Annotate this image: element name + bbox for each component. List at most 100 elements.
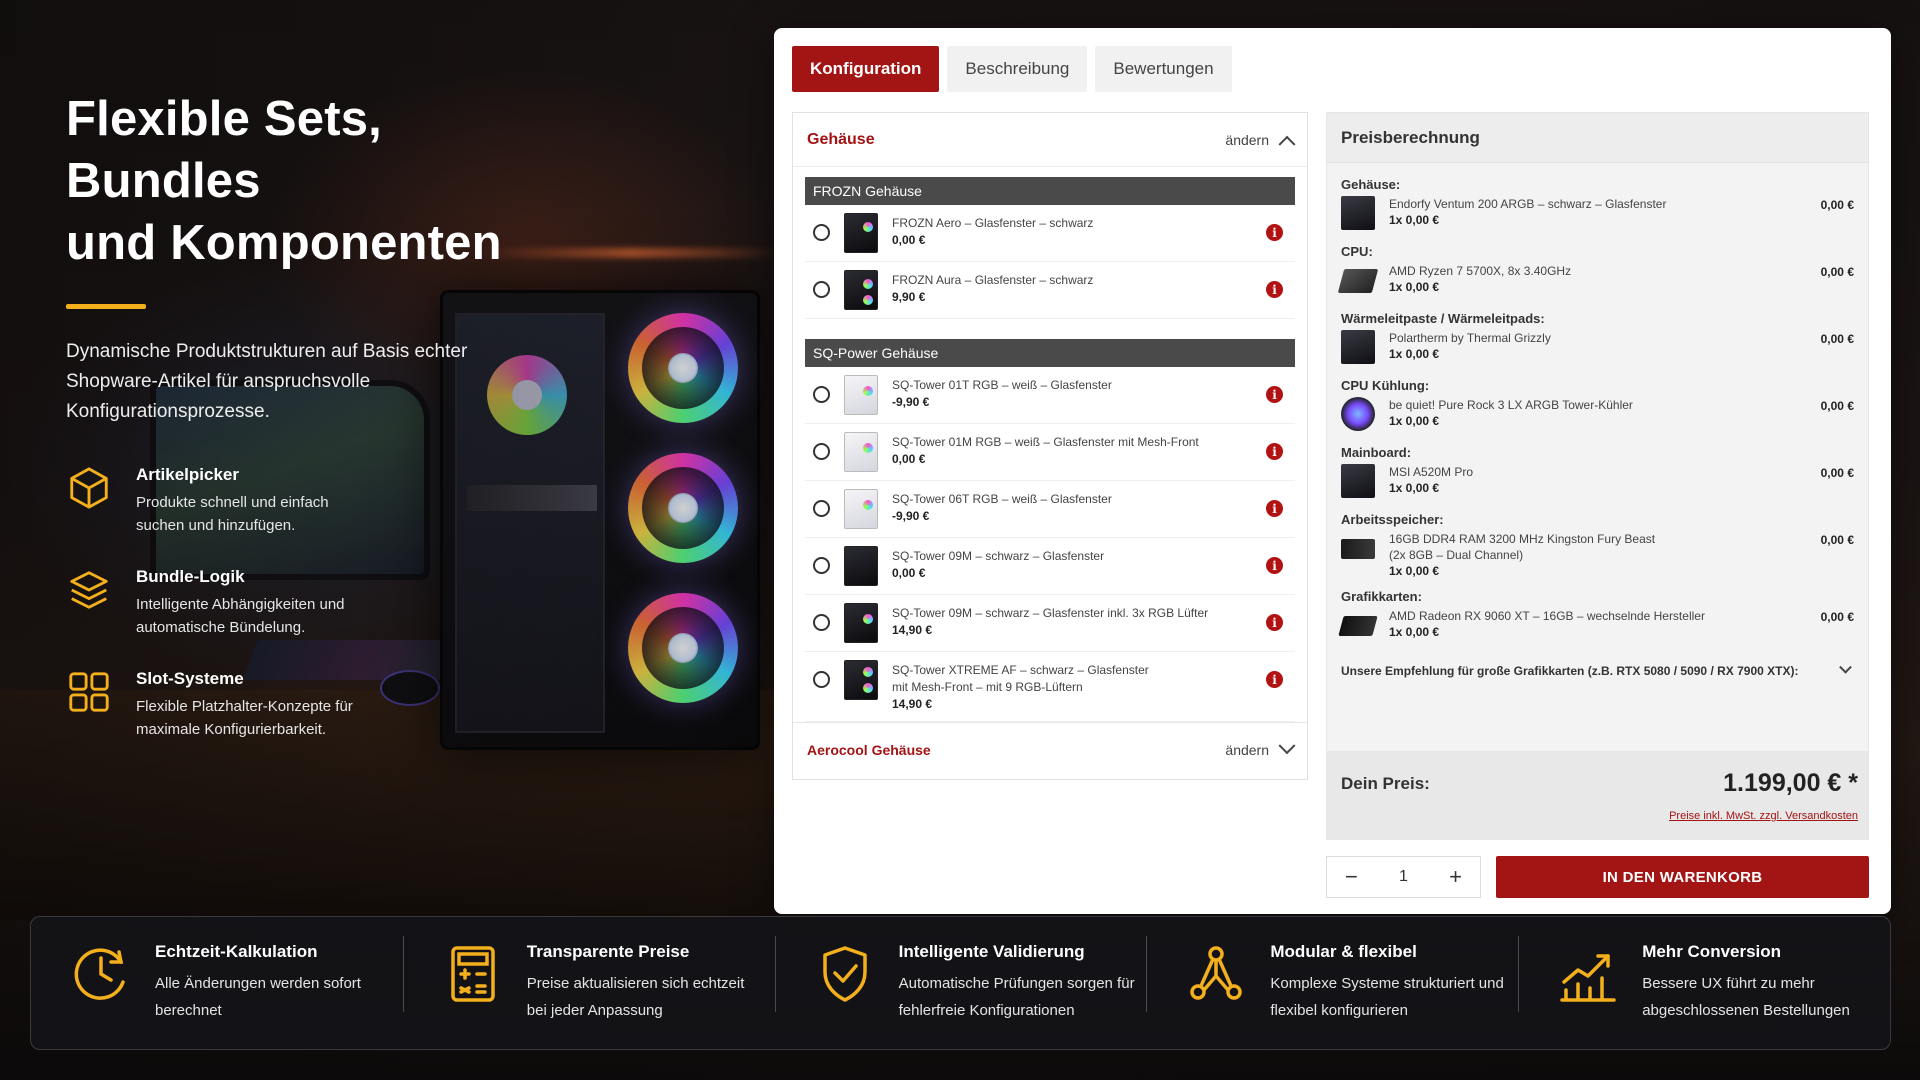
product-thumbnail (1341, 397, 1375, 431)
radio-button[interactable] (813, 500, 830, 517)
option-price: -9,90 € (892, 509, 930, 523)
tab-beschreibung[interactable]: Beschreibung (947, 46, 1088, 92)
section-title: Gehäuse (807, 130, 875, 148)
option-price: 0,00 € (892, 566, 926, 580)
section-header-aerocool[interactable]: Aerocool Gehäuse ändern (793, 722, 1307, 776)
radio-button[interactable] (813, 443, 830, 460)
tab-konfiguration[interactable]: Konfiguration (792, 46, 940, 92)
benefit-item: Echtzeit-Kalkulation Alle Änderungen wer… (31, 942, 403, 1024)
price-item-category: CPU: (1341, 244, 1373, 259)
radio-button[interactable] (813, 614, 830, 631)
total-section: Dein Preis: 1.199,00 € * Preise inkl. Mw… (1327, 751, 1868, 839)
option-row[interactable]: SQ-Tower 06T RGB – weiß – Glasfenster -9… (805, 481, 1295, 538)
radio-button[interactable] (813, 671, 830, 688)
hero-intro: Dynamische Produktstrukturen auf Basis e… (66, 341, 468, 422)
feature-desc: Produkte schnell und einfach suchen und … (136, 494, 329, 534)
option-price: 9,90 € (892, 290, 926, 304)
hero-section: Flexible Sets, Bundles und Komponenten D… (66, 88, 586, 771)
change-link[interactable]: ändern (1225, 742, 1269, 758)
price-panel: Preisberechnung Gehäuse: Endorfy Ventum … (1326, 112, 1869, 840)
price-item-name: Endorfy Ventum 200 ARGB – schwarz – Glas… (1389, 197, 1667, 211)
benefit-title: Modular & flexibel (1270, 942, 1417, 961)
feature-item: Slot-Systeme Flexible Platzhalter-Konzep… (66, 669, 586, 741)
price-item: Grafikkarten: AMD Radeon RX 9060 XT – 16… (1338, 589, 1854, 650)
total-label: Dein Preis: (1341, 773, 1430, 793)
product-thumbnail (1337, 269, 1379, 293)
product-thumbnail (1341, 539, 1375, 559)
info-icon[interactable]: i (1266, 386, 1283, 403)
group-header: SQ-Power Gehäuse (805, 339, 1295, 367)
option-row[interactable]: SQ-Tower 01M RGB – weiß – Glasfenster mi… (805, 424, 1295, 481)
option-row[interactable]: FROZN Aura – Glasfenster – schwarz 9,90 … (805, 262, 1295, 319)
increase-button[interactable]: + (1449, 864, 1462, 890)
recommendation-toggle[interactable]: Unsere Empfehlung für große Grafikkarten… (1341, 660, 1854, 678)
price-item-name: 16GB DDR4 RAM 3200 MHz Kingston Fury Bea… (1389, 532, 1656, 562)
hero-title: Flexible Sets, Bundles und Komponenten (66, 92, 502, 270)
section-title: Aerocool Gehäuse (807, 741, 931, 758)
option-row[interactable]: SQ-Tower 09M – schwarz – Glasfenster 0,0… (805, 538, 1295, 595)
info-icon[interactable]: i (1266, 557, 1283, 574)
product-thumbnail (844, 432, 878, 472)
shipping-note-link[interactable]: Preise inkl. MwSt. zzgl. Versandkosten (1341, 810, 1858, 822)
quantity-stepper: − 1 + (1326, 856, 1481, 898)
option-row[interactable]: SQ-Tower 01T RGB – weiß – Glasfenster -9… (805, 367, 1295, 424)
price-item: CPU: AMD Ryzen 7 5700X, 8x 3.40GHz 1x 0,… (1337, 244, 1854, 305)
option-row[interactable]: FROZN Aero – Glasfenster – schwarz 0,00 … (805, 205, 1295, 262)
price-item-name: MSI A520M Pro (1389, 465, 1474, 479)
info-icon[interactable]: i (1266, 443, 1283, 460)
radio-button[interactable] (813, 557, 830, 574)
radio-button[interactable] (813, 224, 830, 241)
price-item-category: CPU Kühlung: (1341, 378, 1430, 393)
cube-icon (70, 467, 108, 509)
feature-title: Bundle-Logik (136, 567, 245, 586)
option-name: SQ-Tower 01M RGB – weiß – Glasfenster mi… (892, 435, 1199, 449)
option-price: 14,90 € (892, 623, 933, 637)
info-icon[interactable]: i (1266, 224, 1283, 241)
price-item-name: be quiet! Pure Rock 3 LX ARGB Tower-Kühl… (1389, 398, 1633, 412)
product-thumbnail (1341, 330, 1375, 364)
group-header: FROZN Gehäuse (805, 177, 1295, 205)
info-icon[interactable]: i (1266, 500, 1283, 517)
product-thumbnail (844, 270, 878, 310)
section-header-gehaeuse[interactable]: Gehäuse ändern (793, 113, 1307, 167)
price-item-qty: 1x 0,00 € (1389, 414, 1440, 428)
change-link[interactable]: ändern (1225, 132, 1269, 148)
benefit-item: Transparente Preise Preise aktualisieren… (402, 936, 775, 1024)
option-price: -9,90 € (892, 395, 930, 409)
tab-bewertungen[interactable]: Bewertungen (1095, 46, 1232, 92)
info-icon[interactable]: i (1266, 281, 1283, 298)
benefit-title: Mehr Conversion (1642, 942, 1782, 961)
benefit-title: Echtzeit-Kalkulation (155, 942, 318, 961)
option-name: SQ-Tower 09M – schwarz – Glasfenster (892, 549, 1105, 563)
price-item-value: 0,00 € (1820, 399, 1854, 413)
chevron-up-icon[interactable] (1278, 135, 1296, 153)
price-item-list: Gehäuse: Endorfy Ventum 200 ARGB – schwa… (1327, 163, 1868, 678)
info-icon[interactable]: i (1266, 614, 1283, 631)
product-thumbnail (844, 489, 878, 529)
price-item-value: 0,00 € (1820, 332, 1854, 346)
product-thumbnail (844, 546, 878, 586)
clock-icon (74, 948, 125, 1000)
hero-accent-line (66, 304, 146, 309)
add-to-cart-button[interactable]: IN DEN WARENKORB (1496, 856, 1869, 898)
benefit-item: Intelligente Validierung Automatische Pr… (774, 936, 1147, 1024)
price-item: CPU Kühlung: be quiet! Pure Rock 3 LX AR… (1341, 378, 1854, 439)
chevron-down-icon[interactable] (1839, 660, 1852, 674)
price-item-value: 0,00 € (1820, 610, 1854, 624)
option-row[interactable]: SQ-Tower XTREME AF – schwarz – Glasfenst… (805, 652, 1295, 722)
radio-button[interactable] (813, 386, 830, 403)
option-row[interactable]: SQ-Tower 09M – schwarz – Glasfenster ink… (805, 595, 1295, 652)
price-item-value: 0,00 € (1820, 265, 1854, 279)
info-icon[interactable]: i (1266, 671, 1283, 688)
decrease-button[interactable]: − (1345, 864, 1358, 890)
price-item-name: AMD Radeon RX 9060 XT – 16GB – wechselnd… (1389, 609, 1705, 623)
chevron-down-icon[interactable] (1278, 736, 1296, 754)
benefit-desc: Alle Änderungen werden sofort berechnet (155, 975, 361, 1019)
radio-button[interactable] (813, 281, 830, 298)
quantity-value[interactable]: 1 (1399, 868, 1408, 886)
recommendation-text: Unsere Empfehlung für große Grafikkarten… (1341, 664, 1799, 678)
product-thumbnail (844, 603, 878, 643)
total-price: 1.199,00 € * (1723, 769, 1858, 797)
option-price: 0,00 € (892, 233, 926, 247)
price-item-value: 0,00 € (1820, 466, 1854, 480)
